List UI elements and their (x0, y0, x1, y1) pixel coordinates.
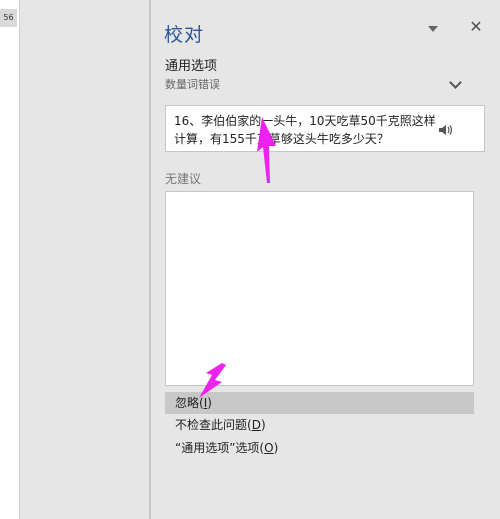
ruler-number: 56 (0, 9, 17, 27)
dont-check-label-pre: 不检查此问题( (175, 418, 252, 432)
proofing-pane: 校对 ✕ 通用选项 数量词错误 16、李伯伯家的一头牛，10天吃草50千克照这样… (151, 0, 500, 519)
options-label-post: ) (273, 441, 279, 455)
ignore-button[interactable]: 忽略(I) (165, 392, 474, 414)
ignore-label-pre: 忽略( (175, 396, 204, 410)
sentence-line-2: 计算，有155千克草够这头牛吃多少天？ (174, 132, 389, 146)
no-suggestion-label: 无建议 (165, 172, 202, 186)
section-title: 通用选项 (165, 59, 218, 74)
collapse-chevron-icon[interactable] (449, 76, 462, 89)
sentence-text: 16、李伯伯家的一头牛，10天吃草50千克照这样 计算，有155千克草够这头牛吃… (174, 112, 440, 148)
document-page: 56 (0, 0, 20, 519)
document-background (20, 0, 149, 519)
pane-title: 校对 (164, 24, 205, 46)
options-label-pre: “通用选项”选项( (175, 441, 265, 455)
close-icon[interactable]: ✕ (468, 18, 484, 36)
suggestion-list[interactable] (165, 191, 474, 386)
options-access-key: O (264, 441, 274, 455)
sentence-box: 16、李伯伯家的一头牛，10天吃草50千克照这样 计算，有155千克草够这头牛吃… (165, 105, 485, 152)
ignore-label-post: ) (207, 396, 212, 410)
chevron-down-icon[interactable] (428, 26, 438, 32)
dont-check-access-key: D (251, 418, 261, 432)
speaker-icon[interactable] (438, 123, 454, 137)
dont-check-label-post: ) (260, 418, 266, 432)
dont-check-button[interactable]: 不检查此问题(D) (165, 414, 474, 436)
sentence-line-1: 16、李伯伯家的一头牛，10天吃草50千克照这样 (174, 114, 436, 128)
error-type: 数量词错误 (165, 78, 220, 91)
options-button[interactable]: “通用选项”选项(O) (165, 437, 474, 459)
